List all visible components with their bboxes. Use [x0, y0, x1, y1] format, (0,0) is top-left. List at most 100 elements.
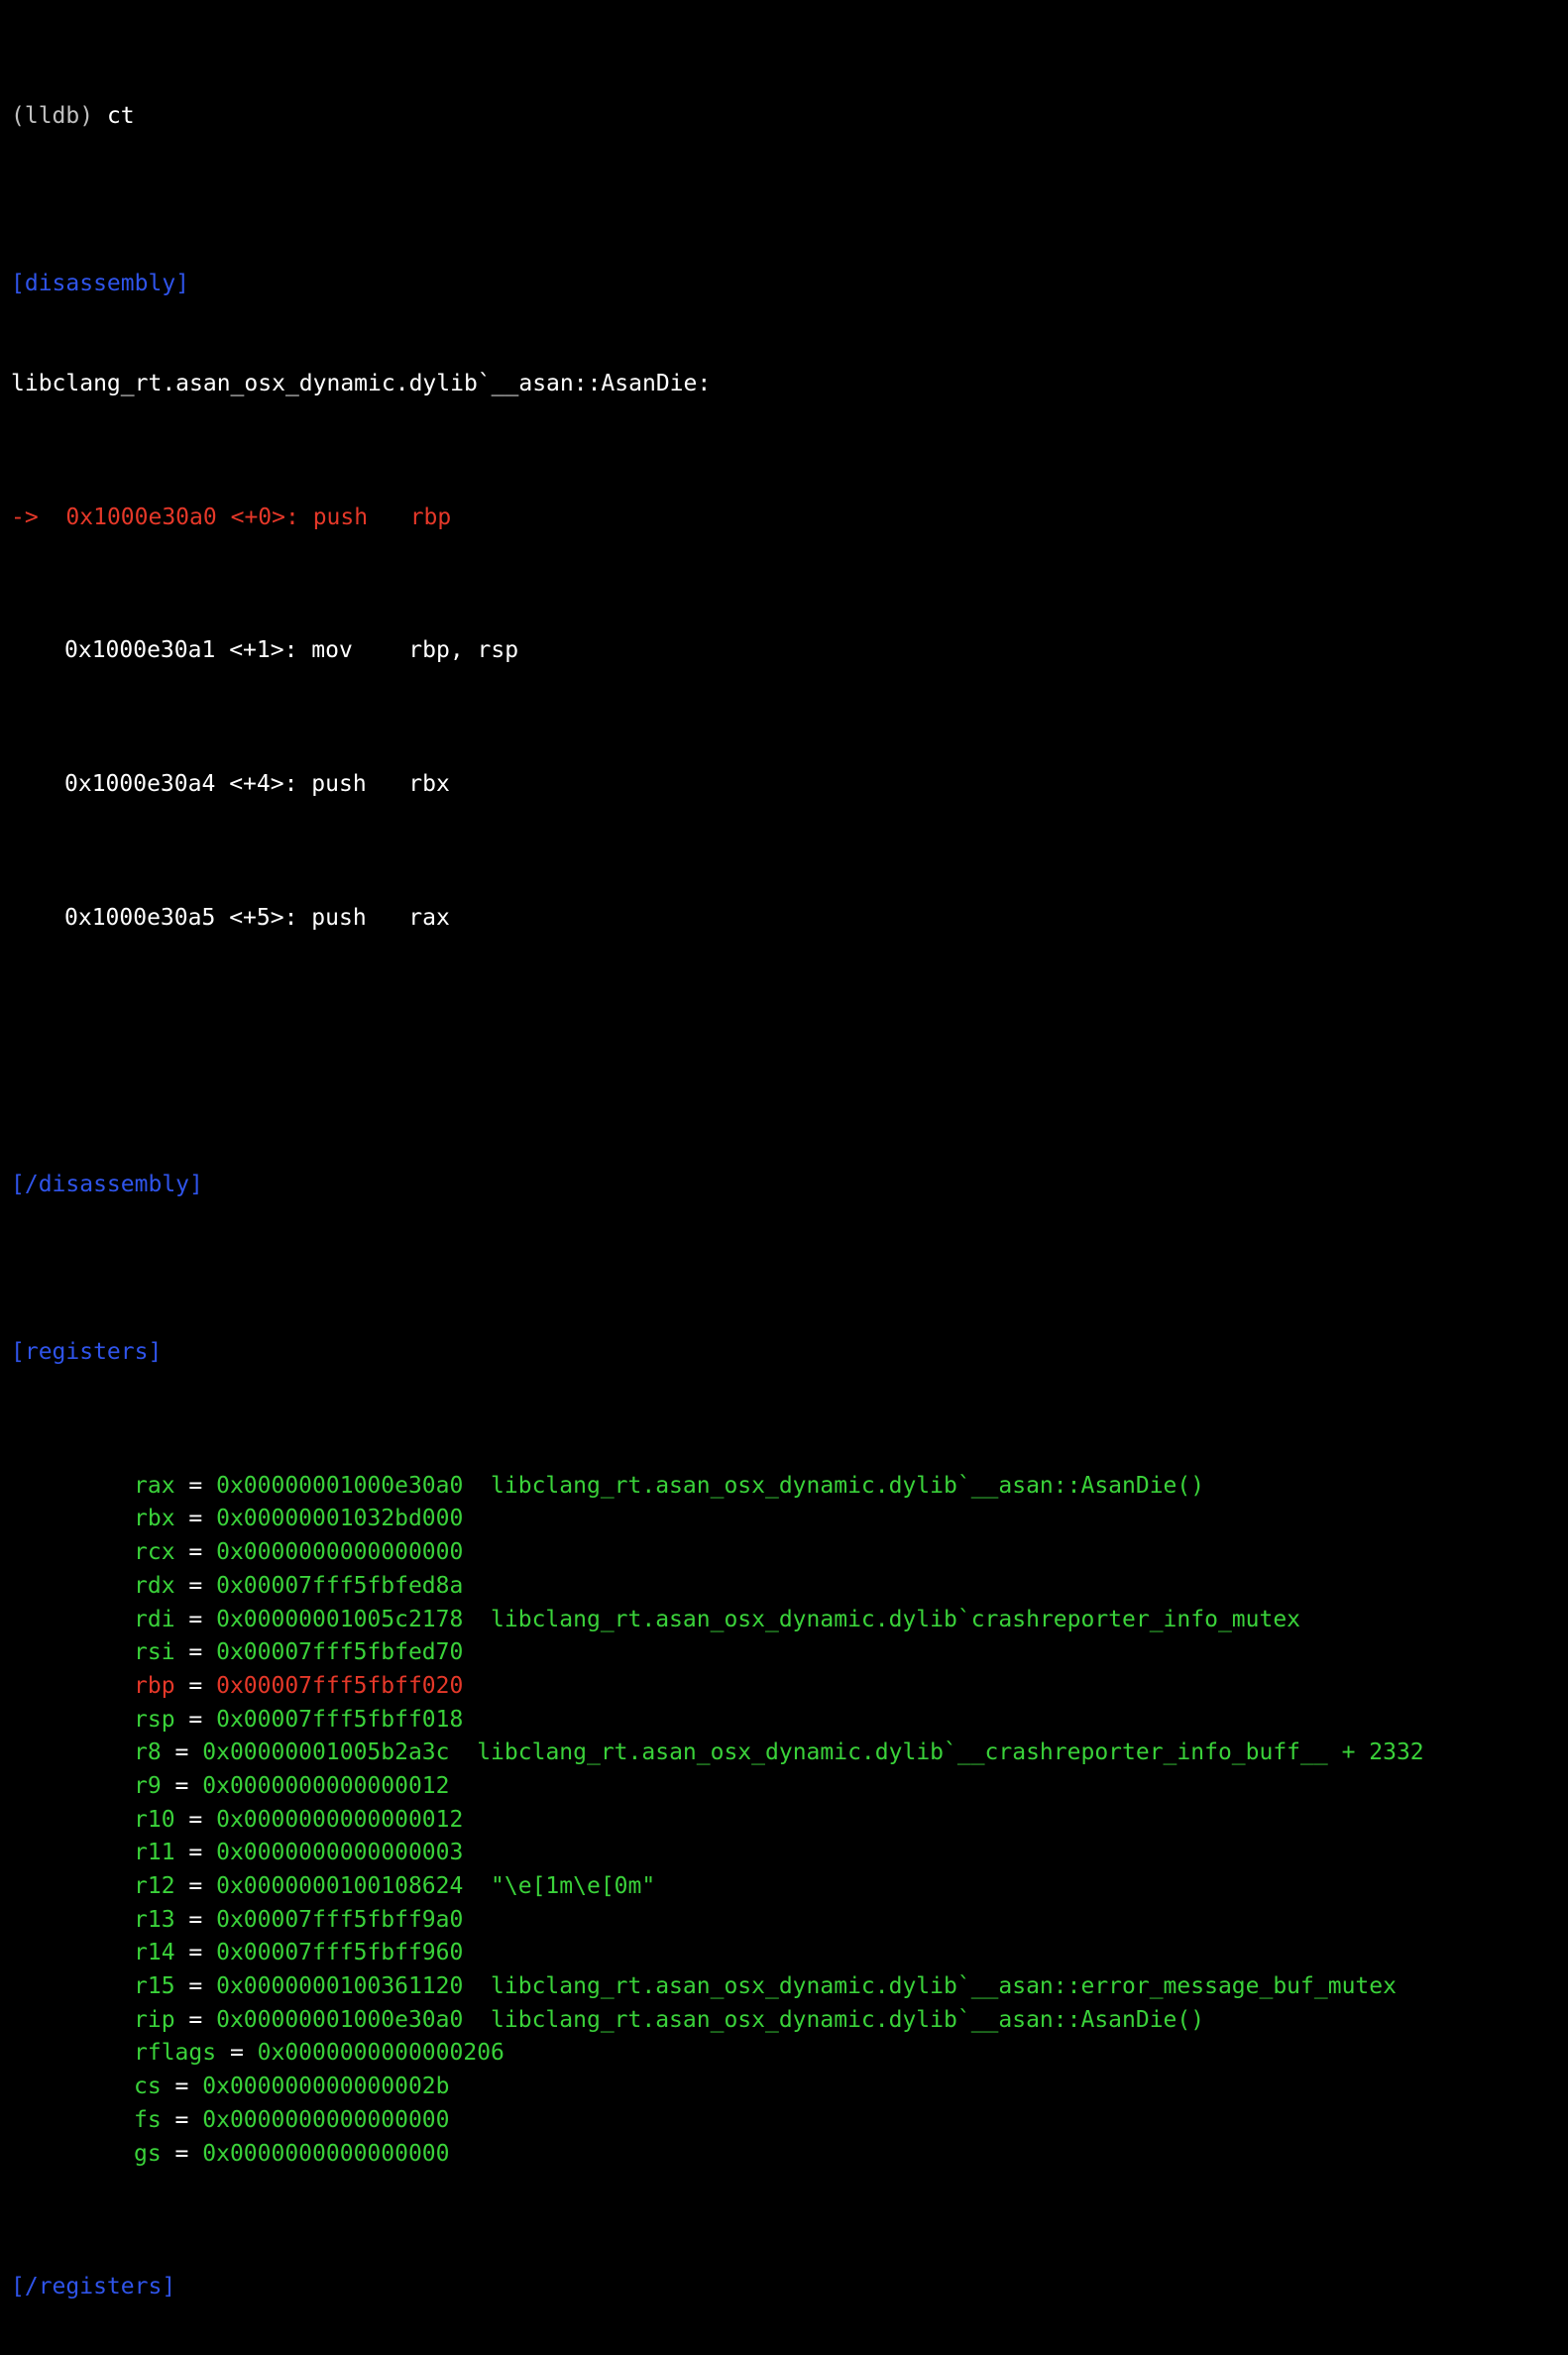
- equals-sign: =: [161, 2074, 203, 2100]
- register-symbol: libclang_rt.asan_osx_dynamic.dylib`__asa…: [491, 2006, 1205, 2033]
- register-list: rax = 0x00000001000e30a0 libclang_rt.asa…: [11, 1470, 1557, 2171]
- register-row-gs: gs = 0x0000000000000000: [11, 2138, 1557, 2172]
- equals-sign: =: [174, 1906, 217, 1933]
- register-value: 0x0000000000000000: [216, 1539, 464, 1566]
- register-value: 0x00007fff5fbff960: [216, 1940, 464, 1966]
- register-row-r10: r10 = 0x0000000000000012: [11, 1804, 1557, 1838]
- register-name: r11: [134, 1840, 175, 1866]
- register-name: rbx: [134, 1506, 175, 1532]
- equals-sign: =: [174, 1873, 217, 1900]
- instruction-operands: rbp: [409, 504, 452, 530]
- register-value: 0x00000001000e30a0: [216, 2006, 464, 2033]
- equals-sign: =: [174, 1606, 217, 1632]
- register-value: 0x0000000000000206: [257, 2040, 504, 2067]
- equals-sign: =: [161, 1739, 203, 1766]
- register-name: r13: [134, 1906, 175, 1933]
- register-row-rsp: rsp = 0x00007fff5fbff018: [11, 1704, 1557, 1738]
- register-row-cs: cs = 0x000000000000002b: [11, 2071, 1557, 2104]
- command-line: (lldb) ct: [11, 100, 1557, 134]
- instruction-address: 0x1000e30a0: [65, 504, 217, 530]
- register-name: r12: [134, 1873, 175, 1900]
- register-value: 0x00007fff5fbff020: [216, 1672, 464, 1699]
- terminal-window[interactable]: (lldb) ct [disassembly] libclang_rt.asan…: [11, 0, 1557, 2299]
- equals-sign: =: [216, 2040, 258, 2067]
- equals-sign: =: [174, 1840, 217, 1866]
- register-name: rdi: [134, 1606, 175, 1632]
- register-value: 0x0000000000000000: [202, 2106, 450, 2133]
- register-symbol: libclang_rt.asan_osx_dynamic.dylib`crash…: [491, 1606, 1301, 1632]
- instruction-row: 0x1000e30a1 <+1>: mov rbp, rsp: [11, 634, 1557, 668]
- register-value: 0x00000001005b2a3c: [202, 1739, 450, 1766]
- register-value: 0x00007fff5fbff018: [216, 1706, 464, 1733]
- register-value: 0x00007fff5fbff9a0: [216, 1906, 464, 1933]
- instruction-address: 0x1000e30a1: [64, 637, 216, 664]
- equals-sign: =: [161, 1772, 203, 1799]
- equals-sign: =: [174, 1706, 217, 1733]
- register-name: r9: [134, 1772, 162, 1799]
- instruction-row: 0x1000e30a4 <+4>: push rbx: [11, 768, 1557, 802]
- equals-sign: =: [174, 1672, 217, 1699]
- register-value: 0x00000001005c2178: [216, 1606, 464, 1632]
- register-row-rdi: rdi = 0x00000001005c2178 libclang_rt.asa…: [11, 1604, 1557, 1637]
- equals-sign: =: [174, 1506, 217, 1532]
- equals-sign: =: [174, 1940, 217, 1966]
- instruction-offset: <+0>:: [230, 504, 299, 530]
- register-value: 0x0000000000000003: [216, 1840, 464, 1866]
- register-row-rax: rax = 0x00000001000e30a0 libclang_rt.asa…: [11, 1470, 1557, 1504]
- register-row-rdx: rdx = 0x00007fff5fbfed8a: [11, 1570, 1557, 1604]
- register-name: rsp: [134, 1706, 175, 1733]
- registers-close-tag: [/registers]: [11, 2274, 176, 2300]
- register-value: 0x00000001032bd000: [216, 1506, 464, 1532]
- instruction-row: 0x1000e30a5 <+5>: push rax: [11, 902, 1557, 936]
- register-row-r9: r9 = 0x0000000000000012: [11, 1770, 1557, 1804]
- register-value: 0x00000001000e30a0: [216, 1472, 464, 1499]
- pc-arrow: ->: [11, 504, 39, 530]
- function-header: libclang_rt.asan_osx_dynamic.dylib`__asa…: [11, 370, 712, 396]
- registers-open-tag: [registers]: [11, 1338, 163, 1365]
- instruction-mnemonic: mov: [311, 637, 353, 664]
- disassembly-open-tag: [disassembly]: [11, 270, 190, 296]
- equals-sign: =: [174, 1472, 217, 1499]
- register-symbol: "\e[1m\e[0m": [491, 1873, 656, 1900]
- register-name: rcx: [134, 1539, 175, 1566]
- instruction-operands: rax: [408, 904, 450, 931]
- register-name: r14: [134, 1940, 175, 1966]
- register-name: r10: [134, 1806, 175, 1833]
- register-value: 0x0000000100108624: [216, 1873, 464, 1900]
- register-symbol: libclang_rt.asan_osx_dynamic.dylib`__cra…: [477, 1739, 1424, 1766]
- equals-sign: =: [174, 1973, 217, 2000]
- register-value: 0x0000000000000012: [216, 1806, 464, 1833]
- register-name: rflags: [134, 2040, 217, 2067]
- register-value: 0x0000000100361120: [216, 1973, 464, 2000]
- instruction-mnemonic: push: [312, 504, 369, 530]
- register-name: fs: [134, 2106, 162, 2133]
- register-row-rsi: rsi = 0x00007fff5fbfed70: [11, 1636, 1557, 1670]
- instruction-operands: rbp, rsp: [408, 637, 519, 664]
- register-value: 0x00007fff5fbfed8a: [216, 1572, 464, 1599]
- instruction-mnemonic: push: [311, 771, 367, 798]
- register-name: rip: [134, 2006, 175, 2033]
- instruction-current: -> 0x1000e30a0 <+0>: push rbp: [11, 502, 1557, 535]
- register-symbol: libclang_rt.asan_osx_dynamic.dylib`__asa…: [491, 1973, 1397, 2000]
- instruction-offset: <+4>:: [229, 771, 298, 798]
- register-value: 0x00007fff5fbfed70: [216, 1639, 464, 1666]
- register-name: r8: [134, 1739, 162, 1766]
- equals-sign: =: [174, 1806, 217, 1833]
- register-row-r13: r13 = 0x00007fff5fbff9a0: [11, 1904, 1557, 1938]
- register-row-fs: fs = 0x0000000000000000: [11, 2104, 1557, 2138]
- register-row-rbp: rbp = 0x00007fff5fbff020: [11, 1670, 1557, 1704]
- register-row-rcx: rcx = 0x0000000000000000: [11, 1536, 1557, 1570]
- register-name: rax: [134, 1472, 175, 1499]
- lldb-prompt: (lldb): [11, 103, 94, 130]
- instruction-offset: <+1>:: [229, 637, 298, 664]
- register-row-rflags: rflags = 0x0000000000000206: [11, 2037, 1557, 2071]
- equals-sign: =: [174, 1572, 217, 1599]
- instruction-offset: <+5>:: [229, 904, 298, 931]
- instruction-operands: rbx: [408, 771, 450, 798]
- equals-sign: =: [174, 2006, 217, 2033]
- register-value: 0x000000000000002b: [202, 2074, 450, 2100]
- equals-sign: =: [174, 1539, 217, 1566]
- register-name: r15: [134, 1973, 175, 2000]
- register-name: cs: [134, 2074, 162, 2100]
